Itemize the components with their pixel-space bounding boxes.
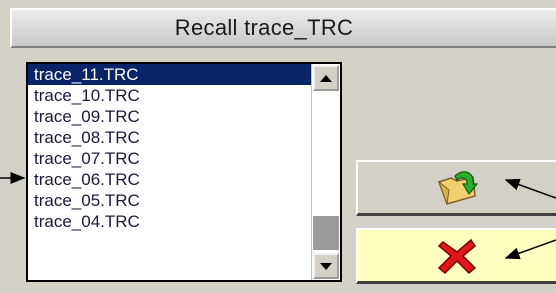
list-item[interactable]: trace_11.TRC [28, 64, 312, 85]
folder-recall-icon [437, 170, 479, 205]
scroll-down-button[interactable] [313, 253, 339, 279]
recall-dialog: Recall trace_TRC trace_11.TRC trace_10.T… [0, 0, 556, 293]
arrow-up-icon [320, 74, 332, 82]
list-item[interactable]: trace_05.TRC [28, 190, 312, 211]
scroll-thumb[interactable] [313, 216, 339, 250]
list-item[interactable]: trace_04.TRC [28, 211, 312, 232]
recall-button[interactable] [356, 160, 556, 216]
dialog-title-bar: Recall trace_TRC [10, 8, 556, 48]
trace-file-listbox[interactable]: trace_11.TRC trace_10.TRC trace_09.TRC t… [26, 62, 342, 282]
cancel-button[interactable] [356, 228, 556, 284]
vertical-scrollbar[interactable] [311, 64, 340, 280]
arrow-down-icon [320, 262, 332, 270]
red-x-cancel-icon [437, 238, 477, 274]
list-item[interactable]: trace_07.TRC [28, 148, 312, 169]
dialog-title: Recall trace_TRC [174, 15, 354, 40]
list-item[interactable]: trace_08.TRC [28, 127, 312, 148]
file-list: trace_11.TRC trace_10.TRC trace_09.TRC t… [28, 64, 312, 280]
list-item[interactable]: trace_06.TRC [28, 169, 312, 190]
scroll-up-button[interactable] [313, 65, 339, 91]
list-item[interactable]: trace_10.TRC [28, 85, 312, 106]
list-item[interactable]: trace_09.TRC [28, 106, 312, 127]
